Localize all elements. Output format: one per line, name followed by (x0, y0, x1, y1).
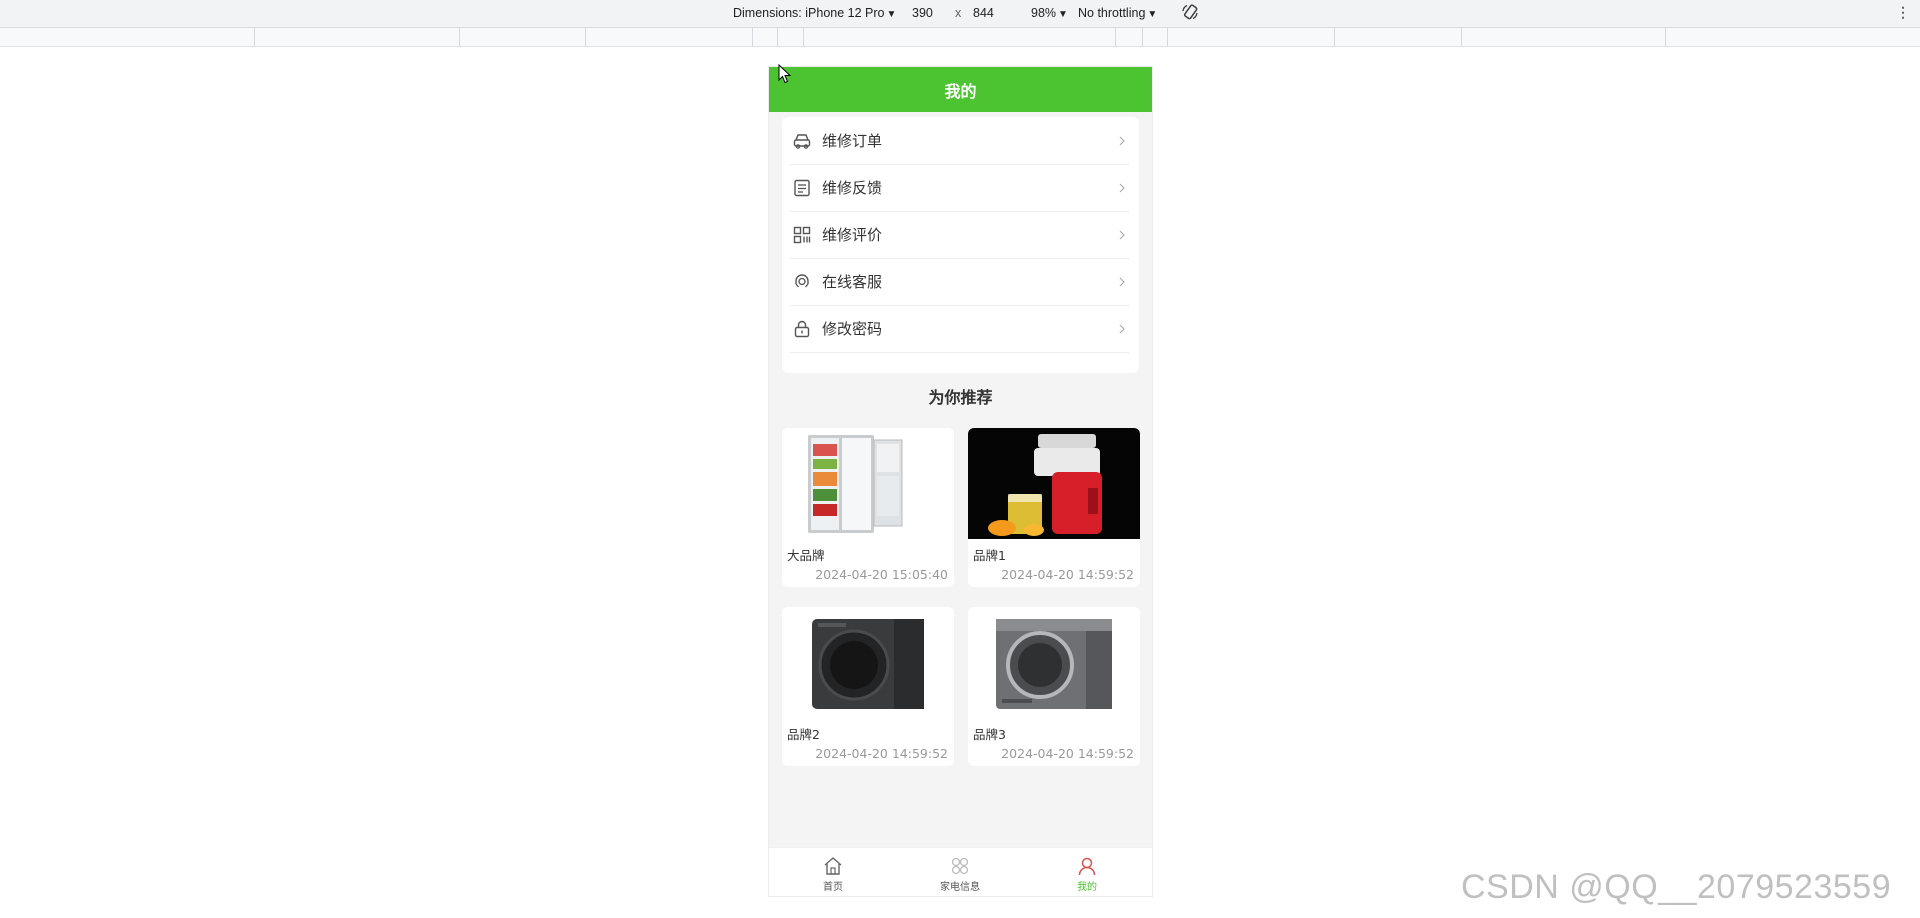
menu-item-repair-review[interactable]: 维修评价 (790, 211, 1129, 259)
menu-item-change-password[interactable]: 修改密码 (790, 305, 1129, 353)
tab-home[interactable]: 首页 (788, 848, 878, 896)
phone-viewport: 我的 维修订单 维修反馈 维修评价 在线客服 修改密码 为你推荐 大品牌 202… (768, 66, 1153, 897)
product-name: 品牌2 (787, 727, 820, 742)
lock-icon (794, 320, 810, 337)
product-card[interactable]: 品牌1 2024-04-20 14:59:52 (968, 428, 1140, 587)
product-name: 品牌1 (973, 548, 1006, 563)
grid-icon (793, 226, 811, 243)
zoom-select[interactable]: 98% ▼ (1031, 6, 1068, 20)
product-time: 2024-04-20 14:59:52 (1001, 567, 1134, 582)
appliance-icon (951, 857, 969, 875)
chevron-right-icon (1119, 136, 1125, 145)
chevron-right-icon (1119, 183, 1125, 192)
media-query-ruler (0, 28, 1920, 47)
product-name: 大品牌 (787, 548, 825, 563)
menu-item-online-service[interactable]: 在线客服 (790, 258, 1129, 306)
tab-label: 我的 (1077, 882, 1097, 893)
mouse-cursor-icon (778, 64, 792, 84)
bottom-tab-bar: 首页 家电信息 我的 (769, 847, 1152, 896)
product-card[interactable]: 品牌3 2024-04-20 14:59:52 (968, 607, 1140, 766)
refrigerator-image (782, 428, 954, 539)
product-name: 品牌3 (973, 727, 1006, 742)
rotate-icon[interactable] (1181, 3, 1199, 21)
menu-item-label: 维修订单 (822, 132, 883, 150)
more-options-icon[interactable]: ⋮ (1896, 4, 1910, 21)
menu-item-label: 修改密码 (822, 320, 883, 338)
watermark: CSDN @QQ__2079523559 (1461, 868, 1892, 906)
tab-appliance-info[interactable]: 家电信息 (915, 848, 1005, 896)
page-title: 我的 (944, 81, 977, 101)
dimension-separator: x (955, 6, 962, 20)
recommend-title: 为你推荐 (928, 388, 993, 407)
height-input[interactable]: 844 (973, 6, 994, 20)
device-dimensions-select[interactable]: Dimensions: iPhone 12 Pro ▼ (733, 6, 896, 20)
throttling-select[interactable]: No throttling ▼ (1078, 6, 1157, 20)
tab-label: 首页 (823, 882, 843, 893)
user-icon (1078, 857, 1096, 876)
caret-down-icon: ▼ (1147, 9, 1158, 20)
throttling-label: No throttling (1078, 6, 1146, 20)
menu-item-repair-feedback[interactable]: 维修反馈 (790, 164, 1129, 212)
caret-down-icon: ▼ (1058, 9, 1068, 20)
menu-card: 维修订单 维修反馈 维修评价 在线客服 修改密码 (782, 117, 1139, 373)
tab-label: 家电信息 (940, 882, 980, 893)
product-time: 2024-04-20 15:05:40 (815, 567, 948, 582)
list-icon (794, 179, 810, 196)
menu-item-repair-orders[interactable]: 维修订单 (790, 117, 1129, 165)
product-time: 2024-04-20 14:59:52 (1001, 746, 1134, 761)
zoom-label: 98% (1031, 6, 1057, 20)
product-card[interactable]: 品牌2 2024-04-20 14:59:52 (782, 607, 954, 766)
product-time: 2024-04-20 14:59:52 (815, 746, 948, 761)
menu-item-label: 维修评价 (822, 226, 883, 244)
menu-item-label: 在线客服 (822, 273, 883, 291)
headset-icon (795, 273, 809, 287)
caret-down-icon: ▼ (886, 9, 897, 20)
washing-machine-image (782, 607, 954, 718)
home-icon (824, 857, 842, 875)
dimensions-label: Dimensions: iPhone 12 Pro (733, 6, 885, 20)
tab-mine[interactable]: 我的 (1042, 848, 1132, 896)
car-icon (793, 133, 811, 149)
chevron-right-icon (1119, 324, 1125, 333)
devtools-toolbar: Dimensions: iPhone 12 Pro ▼ 390 x 844 98%… (0, 0, 1920, 28)
washing-machine-image (968, 607, 1140, 718)
menu-item-label: 维修反馈 (822, 179, 883, 197)
juicer-image (968, 428, 1140, 539)
width-input[interactable]: 390 (912, 6, 933, 20)
chevron-right-icon (1119, 230, 1125, 239)
chevron-right-icon (1119, 277, 1125, 286)
page-header: 我的 (769, 67, 1152, 112)
product-card[interactable]: 大品牌 2024-04-20 15:05:40 (782, 428, 954, 587)
